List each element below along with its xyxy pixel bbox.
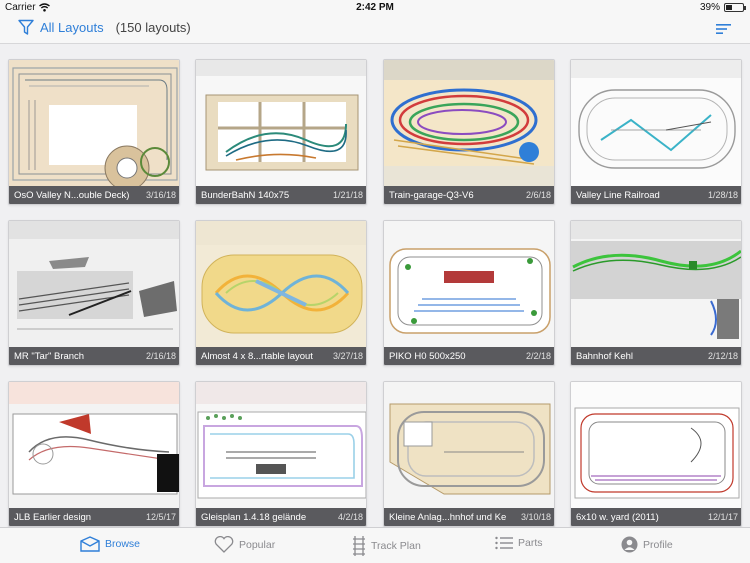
layout-thumbnail [9,221,179,349]
layout-caption: Gleisplan 1.4.18 gelände 4/2/18 [196,508,366,526]
clock: 2:42 PM [356,2,394,13]
tab-label: Profile [643,538,673,551]
layout-card[interactable]: PIKO H0 500x250 2/2/18 [383,220,555,366]
layout-caption: Train-garage-Q3-V6 2/6/18 [384,186,554,204]
layout-caption: Almost 4 x 8...rtable layout 3/27/18 [196,347,366,365]
layout-caption: PIKO H0 500x250 2/2/18 [384,347,554,365]
layout-date: 2/16/18 [145,351,176,361]
layout-thumbnail [9,382,179,510]
layout-caption: 6x10 w. yard (2011) 12/1/17 [571,508,741,526]
layout-name: Gleisplan 1.4.18 gelände [201,511,307,523]
layout-name: BunderBahN 140x75 [201,189,290,201]
layout-thumbnail [571,60,741,188]
filter-button[interactable]: All Layouts (150 layouts) [18,19,191,36]
layout-caption: Valley Line Railroad 1/28/18 [571,186,741,204]
sort-button[interactable] [716,22,732,40]
heart-icon [214,536,234,553]
layout-name: Bahnhof Kehl [576,350,634,362]
layout-caption: BunderBahN 140x75 1/21/18 [196,186,366,204]
layout-name: 6x10 w. yard (2011) [576,511,659,523]
battery-level-fill [726,5,733,10]
tab-profile[interactable]: Profile [621,536,673,553]
layout-name: Kleine Anlag...hnhof und Ke [389,511,507,523]
layout-card[interactable]: MR "Tar" Branch 2/16/18 [8,220,180,366]
layout-card[interactable]: Almost 4 x 8...rtable layout 3/27/18 [195,220,367,366]
layout-name: Almost 4 x 8...rtable layout [201,350,313,362]
layout-thumbnail [196,60,366,188]
layout-thumbnail [196,221,366,349]
tab-label: Browse [105,538,141,550]
layout-date: 3/16/18 [145,190,176,200]
layout-name: Train-garage-Q3-V6 [389,189,474,201]
nav-title: All Layouts [40,20,104,35]
layout-thumbnail [9,60,179,188]
parts-list-icon [495,536,513,550]
layout-thumbnail [384,60,554,188]
layout-card[interactable]: BunderBahN 140x75 1/21/18 [195,59,367,205]
layout-date: 1/21/18 [332,190,363,200]
layout-date: 2/12/18 [707,351,738,361]
layout-card[interactable]: JLB Earlier design 12/5/17 [8,381,180,527]
layout-thumbnail [384,382,554,510]
tab-track-plan[interactable]: Track Plan [352,536,421,556]
tab-bar: Browse Popular Track Plan Parts Profile [0,527,750,563]
layout-card[interactable]: OsO Valley N...ouble Deck) 3/16/18 [8,59,180,205]
layout-card[interactable]: Valley Line Railroad 1/28/18 [570,59,742,205]
layout-date: 3/27/18 [332,351,363,361]
layout-date: 2/6/18 [525,190,551,200]
layout-date: 3/10/18 [520,512,551,522]
layout-caption: OsO Valley N...ouble Deck) 3/16/18 [9,186,179,204]
layout-date: 12/1/17 [707,512,738,522]
browse-icon [80,536,100,552]
layout-card[interactable]: Train-garage-Q3-V6 2/6/18 [383,59,555,205]
layout-thumbnail [384,221,554,349]
filter-icon [18,19,34,35]
battery-icon [724,3,746,12]
profile-icon [621,536,638,553]
layout-date: 2/2/18 [525,351,551,361]
tab-parts[interactable]: Parts [495,536,543,550]
layout-caption: Bahnhof Kehl 2/12/18 [571,347,741,365]
tab-label: Popular [239,538,276,551]
layout-thumbnail [571,382,741,510]
tab-popular[interactable]: Popular [214,536,275,553]
tab-browse[interactable]: Browse [80,536,140,552]
layout-name: MR "Tar" Branch [14,350,85,362]
layout-thumbnail [571,221,741,349]
layout-date: 1/28/18 [707,190,738,200]
tab-label: Parts [518,537,543,549]
layout-card[interactable]: Kleine Anlag...hnhof und Ke 3/10/18 [383,381,555,527]
layout-caption: MR "Tar" Branch 2/16/18 [9,347,179,365]
battery-percent: 39% [699,2,720,13]
layout-name: PIKO H0 500x250 [389,350,466,362]
layout-card[interactable]: Bahnhof Kehl 2/12/18 [570,220,742,366]
layout-grid: OsO Valley N...ouble Deck) 3/16/18 Bunde… [0,45,750,527]
status-bar: Carrier 2:42 PM 39% [0,0,750,16]
layout-thumbnail [196,382,366,510]
layout-date: 12/5/17 [145,512,176,522]
layout-caption: JLB Earlier design 12/5/17 [9,508,179,526]
layout-date: 4/2/18 [337,512,363,522]
layout-count: (150 layouts) [115,20,191,35]
layout-card[interactable]: 6x10 w. yard (2011) 12/1/17 [570,381,742,527]
tab-label: Track Plan [371,540,421,552]
track-plan-icon [353,536,365,556]
navigation-bar: All Layouts (150 layouts) [0,16,750,44]
sort-icon [716,24,731,34]
battery-group: 39% [699,2,746,13]
layout-name: JLB Earlier design [14,511,92,523]
layout-caption: Kleine Anlag...hnhof und Ke 3/10/18 [384,508,554,526]
layout-name: Valley Line Railroad [576,189,660,201]
layout-card[interactable]: Gleisplan 1.4.18 gelände 4/2/18 [195,381,367,527]
layout-name: OsO Valley N...ouble Deck) [14,189,130,201]
